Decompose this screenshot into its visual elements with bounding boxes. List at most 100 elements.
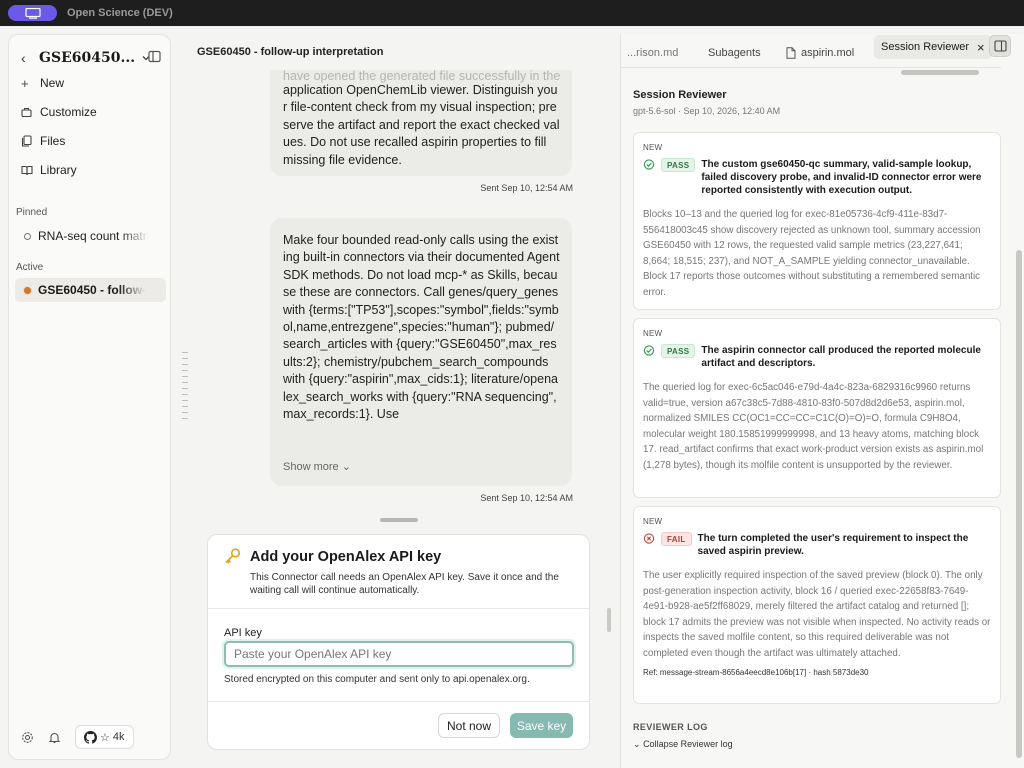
conversation-title: GSE60450 - follow-up interpretation [197, 46, 384, 58]
api-key-field-label: API key [224, 627, 262, 639]
show-more-label: Show more [283, 460, 339, 473]
tab-divider [621, 67, 1001, 68]
divider [208, 701, 589, 702]
reviewer-log-heading: REVIEWER LOG [633, 722, 708, 732]
panel-layout-toggle[interactable] [989, 35, 1011, 57]
bell-icon[interactable] [48, 731, 61, 744]
star-icon: ☆ [100, 731, 110, 744]
project-title[interactable]: GSE60450... [39, 50, 135, 66]
tab-label: Session Reviewer [881, 41, 970, 53]
chat-title: RNA-seq count matri [38, 229, 150, 243]
pinned-section-label: Pinned [16, 207, 48, 218]
message-timestamp: Sent Sep 10, 12:54 AM [480, 493, 573, 503]
sidebar-item-customize[interactable]: Customize [21, 102, 97, 122]
x-circle-icon [643, 533, 655, 544]
sidebar-item-library[interactable]: Library [21, 160, 77, 180]
check-circle-icon [643, 345, 655, 356]
chat-title: GSE60450 - follow- [38, 283, 147, 297]
sidebar-item-label: Customize [40, 105, 97, 119]
close-tab-icon[interactable]: × [977, 40, 985, 55]
message-text-faded: have opened the generated file successfu… [283, 70, 561, 83]
status-badge: PASS [661, 158, 696, 172]
split-panel-icon [993, 40, 1007, 52]
save-key-button[interactable]: Save key [510, 713, 573, 738]
divider [208, 608, 589, 609]
briefcase-icon [21, 107, 36, 118]
plus-icon: + [21, 75, 29, 91]
right-panel: ...rison.md Subagents aspirin.mol Sessio… [620, 34, 1024, 768]
tab-label: aspirin.mol [801, 47, 855, 59]
github-stars-button[interactable]: ☆ 4k [75, 725, 134, 749]
message-text: Make four bounded read-only calls using … [283, 233, 560, 422]
collapse-reviewer-log-button[interactable]: ⌄ Collapse Reviewer log [633, 739, 733, 750]
api-key-input[interactable] [224, 641, 574, 667]
reviewer-subtitle: gpt-5.6-sol · Sep 10, 2026, 12:40 AM [633, 106, 781, 116]
tab-label: Subagents [708, 47, 761, 59]
finding-card: NEW FAIL The turn completed the user's r… [633, 506, 1001, 704]
file-icon [786, 47, 796, 59]
sidebar-item-new[interactable]: + New [21, 73, 64, 93]
collapse-label: Collapse Reviewer log [643, 739, 733, 749]
not-now-button[interactable]: Not now [438, 713, 500, 738]
github-star-count: 4k [112, 731, 125, 743]
key-icon [225, 548, 241, 564]
monitor-icon [24, 7, 41, 19]
back-chevron-icon[interactable]: ‹ [21, 50, 35, 66]
finding-card: NEW PASS The custom gse60450-qc summary,… [633, 132, 1001, 310]
message-text: application OpenChemLib viewer. Distingu… [283, 83, 560, 167]
tab-comparison-md[interactable]: ...rison.md [627, 41, 678, 65]
finding-headline: The custom gse60450-qc summary, valid-sa… [701, 159, 982, 196]
sidebar-toggle-icon[interactable] [148, 50, 161, 63]
status-badge: FAIL [661, 532, 692, 546]
new-tag: NEW [643, 143, 663, 152]
sidebar-item-label: New [40, 76, 65, 90]
active-chat-item[interactable]: GSE60450 - follow- [15, 278, 166, 302]
reviewer-title: Session Reviewer [633, 89, 727, 101]
tab-aspirin-mol[interactable]: aspirin.mol [786, 41, 854, 65]
pinned-chat-item[interactable]: RNA-seq count matri [15, 224, 166, 248]
finding-card: NEW PASS The aspirin connector call prod… [633, 318, 1001, 498]
chevron-down-icon: ⌄ [341, 460, 351, 473]
chat-status-dot [24, 286, 31, 294]
user-message: Make four bounded read-only calls using … [270, 218, 572, 486]
api-key-description: This Connector call needs an OpenAlex AP… [250, 572, 559, 596]
api-key-title: Add your OpenAlex API key [250, 549, 442, 565]
new-tag: NEW [643, 329, 663, 338]
finding-headline: The turn completed the user's requiremen… [697, 533, 969, 557]
finding-body: The queried log for exec-6c5ac046-e79d-4… [643, 382, 984, 471]
show-more-button[interactable]: Show more ⌄ [283, 459, 351, 476]
tab-bar: ...rison.md Subagents aspirin.mol Sessio… [621, 34, 1024, 62]
chat-status-dot [24, 232, 31, 240]
sidebar: ‹ GSE60450... + New Customize Files Libr… [8, 34, 171, 760]
project-header: ‹ GSE60450... [21, 47, 161, 69]
tab-label: ...rison.md [627, 47, 679, 59]
status-badge: PASS [661, 344, 696, 358]
api-key-card: Add your OpenAlex API key This Connector… [207, 534, 590, 750]
github-icon [84, 730, 97, 744]
chevron-down-icon: ⌄ [633, 739, 641, 749]
panel-scrollbar[interactable] [1016, 250, 1022, 758]
tab-session-reviewer[interactable]: Session Reviewer × [874, 35, 992, 59]
message-timestamp: Sent Sep 10, 12:54 AM [480, 183, 573, 193]
composer-resize-handle[interactable] [380, 518, 418, 522]
settings-gear-icon[interactable] [21, 731, 34, 744]
finding-headline: The aspirin connector call produced the … [701, 345, 981, 369]
app-title: Open Science (DEV) [67, 7, 173, 19]
tab-scrollbar[interactable] [901, 70, 979, 75]
user-message: have opened the generated file successfu… [270, 70, 572, 176]
api-key-hint: Stored encrypted on this computer and se… [224, 674, 530, 685]
finding-reference: Ref: message-stream-8656a4eecd8e106b[17]… [643, 667, 869, 677]
sidebar-item-files[interactable]: Files [21, 131, 65, 151]
new-tag: NEW [643, 517, 663, 526]
message-list: have opened the generated file successfu… [180, 70, 610, 520]
sidebar-item-label: Library [40, 163, 77, 177]
app-logo[interactable] [8, 5, 57, 21]
book-icon [21, 165, 36, 176]
files-icon [21, 135, 36, 147]
panel-divider-handle[interactable] [607, 608, 611, 632]
finding-body: The user explicitly required inspection … [643, 570, 991, 659]
title-bar: Open Science (DEV) [0, 0, 1024, 26]
tab-subagents[interactable]: Subagents [708, 41, 761, 65]
finding-body: Blocks 10–13 and the queried log for exe… [643, 209, 981, 298]
active-section-label: Active [16, 262, 44, 273]
